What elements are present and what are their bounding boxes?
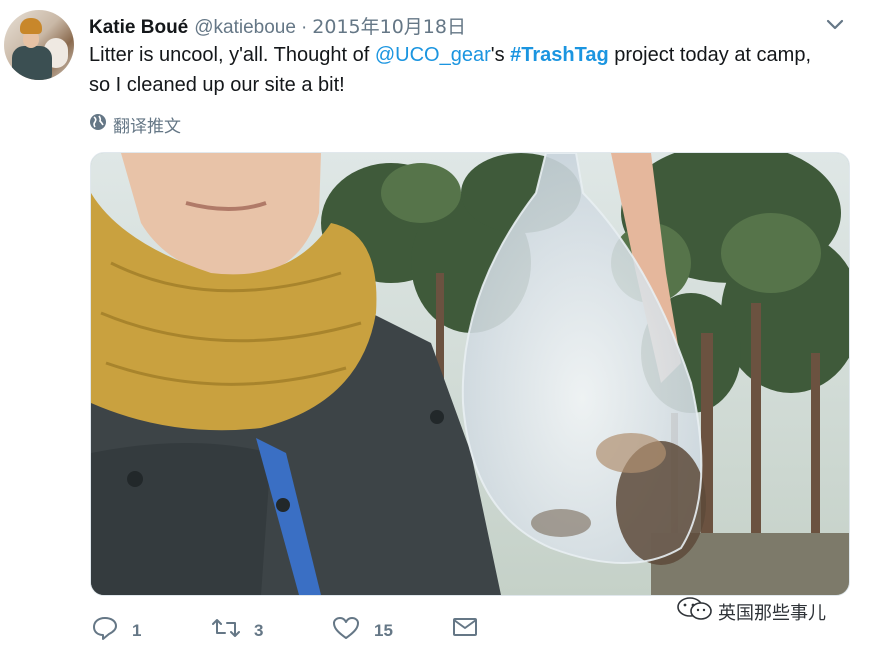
retweet-icon	[212, 616, 254, 645]
author-handle[interactable]: @katieboue	[194, 17, 296, 39]
reply-icon	[92, 616, 132, 645]
chevron-down-icon[interactable]	[824, 14, 846, 36]
reply-button[interactable]: 1	[92, 616, 141, 645]
retweet-button[interactable]: 3	[212, 616, 263, 645]
translate-button[interactable]: 翻译推文	[89, 112, 181, 137]
tweet-text-part: 's	[490, 44, 511, 66]
reply-count: 1	[132, 620, 142, 640]
retweet-count: 3	[254, 620, 264, 640]
tweet-text-part: Litter is uncool, y'all. Thought of	[89, 44, 375, 66]
tweet-text-part: project today at camp,	[608, 44, 812, 66]
wechat-icon	[676, 597, 718, 626]
avatar-body	[12, 46, 52, 80]
globe-icon	[89, 113, 113, 136]
like-count: 15	[374, 620, 393, 640]
tweet-photo[interactable]	[90, 152, 850, 596]
heart-icon	[332, 616, 374, 645]
watermark: 英国那些事儿	[676, 597, 826, 626]
author-name[interactable]: Katie Boué	[89, 17, 188, 39]
author-avatar[interactable]	[4, 10, 74, 80]
direct-message-button[interactable]	[452, 616, 492, 643]
watermark-text: 英国那些事儿	[718, 602, 826, 624]
tweet-actions: 1 3 15	[92, 616, 552, 644]
tweet-text: Litter is uncool, y'all. Thought of @UCO…	[89, 40, 859, 100]
tweet-text-line-1: Litter is uncool, y'all. Thought of @UCO…	[89, 40, 859, 70]
like-button[interactable]: 15	[332, 616, 393, 645]
tweet-header: Katie Boué @katieboue · 2015年10月18日	[89, 12, 466, 39]
header-separator: ·	[300, 17, 308, 38]
tweet-date[interactable]: 2015年10月18日	[312, 12, 466, 39]
translate-label: 翻译推文	[113, 117, 181, 137]
avatar-hat	[20, 18, 42, 34]
hashtag-link[interactable]: #TrashTag	[510, 44, 609, 66]
tweet-text-line-2: so I cleaned up our site a bit!	[89, 74, 345, 96]
mention-link[interactable]: @UCO_gear	[375, 44, 491, 66]
envelope-icon	[452, 616, 492, 643]
